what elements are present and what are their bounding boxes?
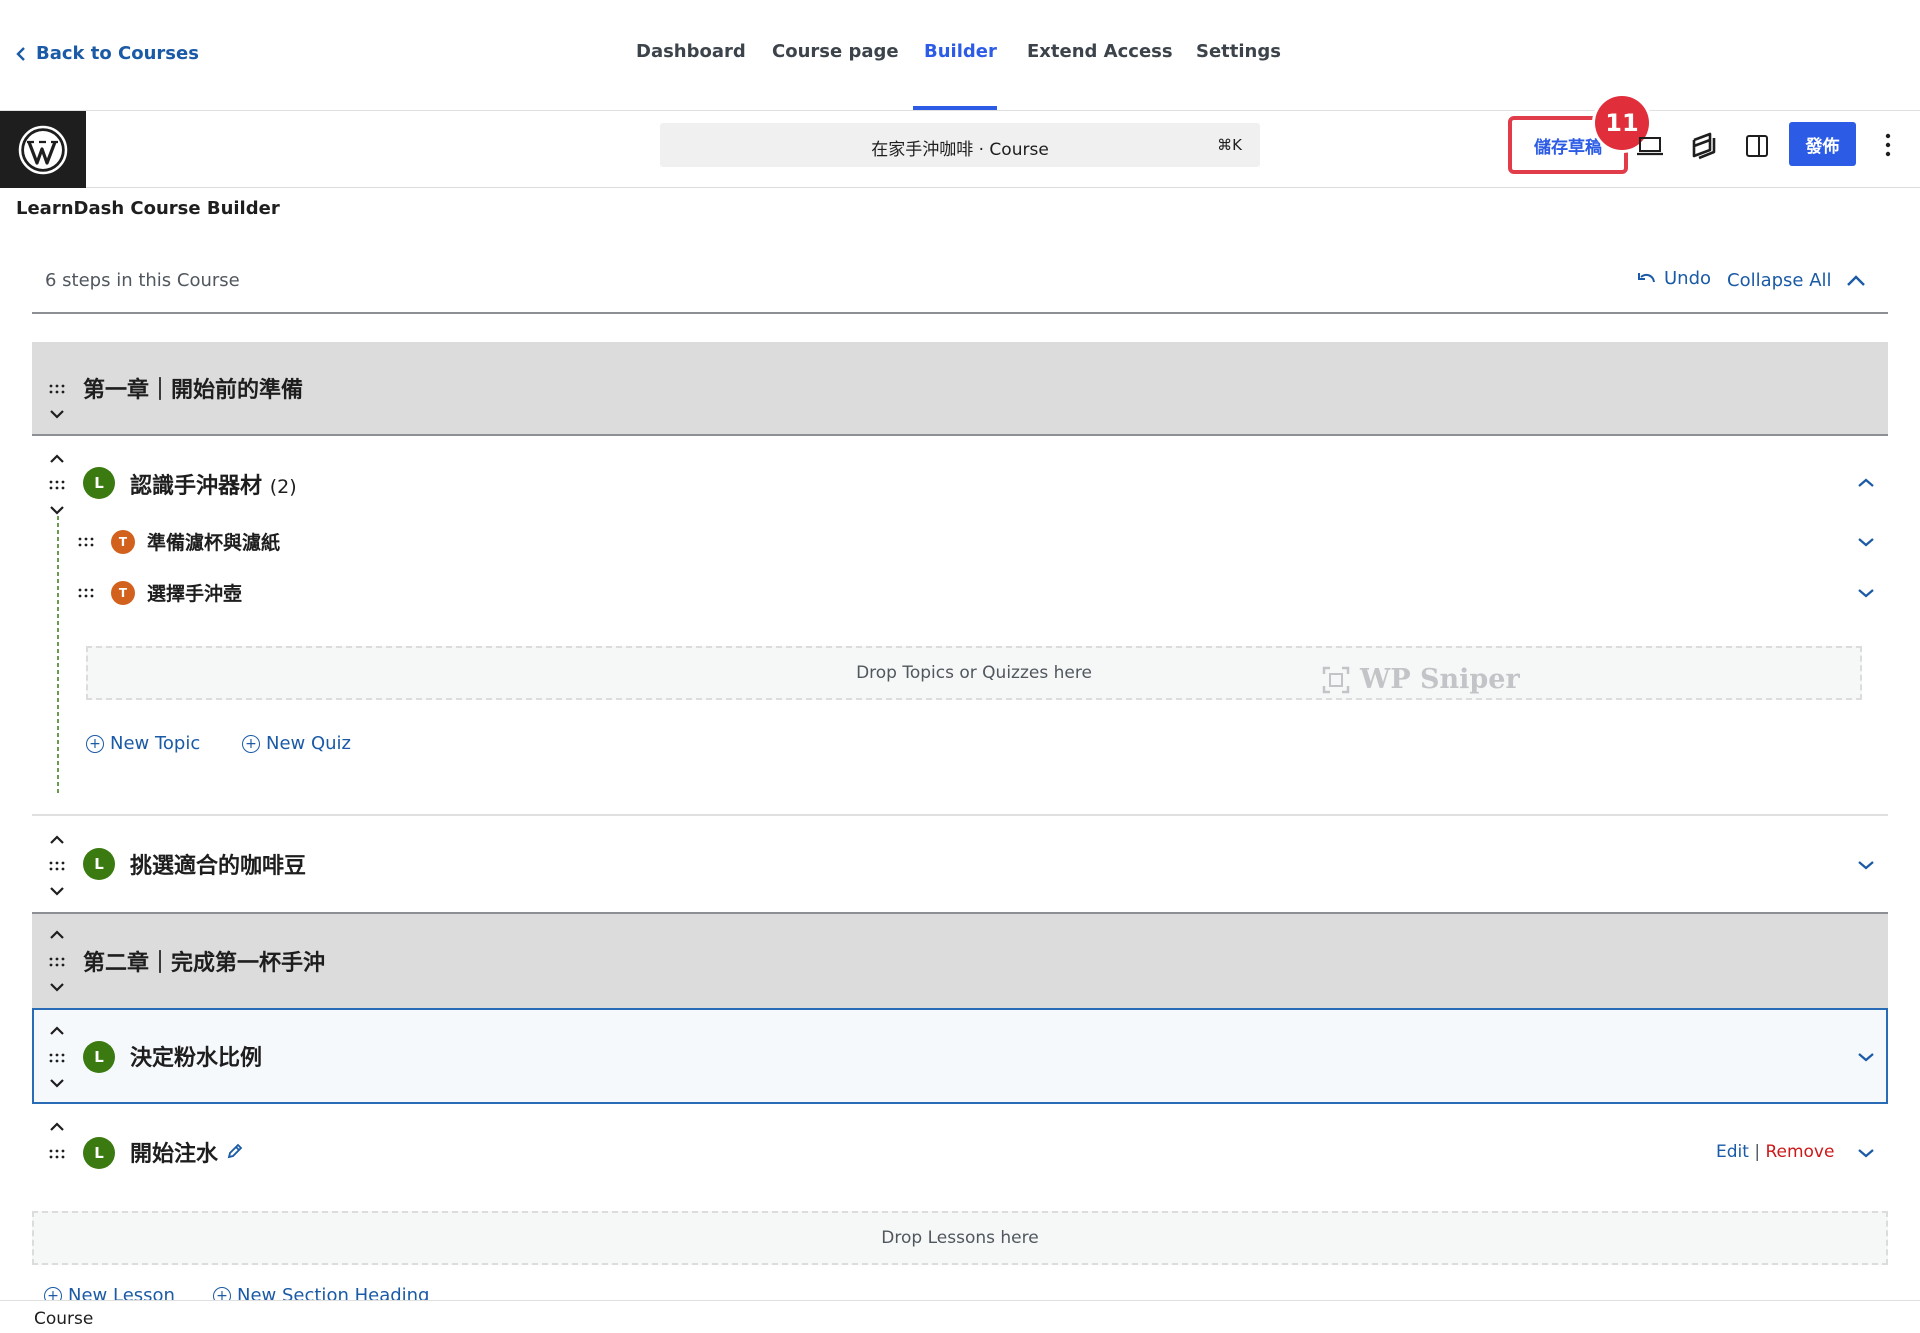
sidebar-icon (1746, 135, 1768, 157)
drag-handle-icon[interactable] (47, 1052, 67, 1064)
lesson-actions: Edit | Remove (1716, 1142, 1834, 1162)
lesson-drop-zone[interactable]: Drop Lessons here (32, 1211, 1888, 1265)
lesson-badge: L (83, 848, 115, 880)
move-down-icon[interactable] (47, 1076, 67, 1090)
move-up-icon[interactable] (47, 452, 67, 466)
watermark: WP Sniper (1322, 664, 1520, 695)
tab-extend-access[interactable]: Extend Access (1027, 41, 1173, 62)
learndash-icon (1692, 132, 1716, 160)
breadcrumb-course[interactable]: Course (34, 1309, 93, 1329)
wordpress-icon (18, 125, 68, 174)
lesson-item[interactable]: L 挑選適合的咖啡豆 (32, 818, 1888, 912)
plus-circle-icon: + (86, 734, 104, 753)
lesson-title: 挑選適合的咖啡豆 (130, 854, 307, 879)
laptop-icon (1637, 137, 1663, 156)
command-palette-button[interactable]: 在家手沖咖啡 · Course ⌘K (660, 123, 1260, 167)
watermark-logo-icon (1322, 666, 1350, 693)
top-navigation: Back to Courses Dashboard Course page Bu… (0, 0, 1920, 111)
builder-title: LearnDash Course Builder (16, 198, 280, 219)
watermark-text: WP Sniper (1360, 664, 1520, 695)
new-quiz-button[interactable]: + New Quiz (242, 733, 351, 754)
builder-toolbar: 6 steps in this Course Undo Collapse All (32, 268, 1888, 314)
wordpress-logo-button[interactable] (0, 111, 86, 188)
action-separator: | (1754, 1142, 1761, 1162)
lesson-title: 決定粉水比例 (130, 1046, 263, 1071)
topic-badge: T (111, 530, 135, 554)
lesson-item[interactable]: L 開始注水 (32, 1106, 1888, 1202)
edit-lesson-link[interactable]: Edit (1716, 1142, 1749, 1162)
move-down-icon[interactable] (47, 980, 67, 994)
lesson-title: 開始注水 (130, 1142, 219, 1167)
topic-count: (2) (269, 476, 297, 498)
new-topic-label: New Topic (110, 733, 201, 754)
new-topic-button[interactable]: + New Topic (86, 733, 200, 754)
drag-handle-icon[interactable] (76, 536, 96, 548)
expand-lesson-icon[interactable] (1854, 1048, 1878, 1066)
steps-count: 6 steps in this Course (45, 270, 240, 291)
tab-bar: Dashboard Course page Builder Extend Acc… (0, 0, 1920, 111)
publish-button[interactable]: 發佈 (1789, 122, 1856, 166)
document-title: 在家手沖咖啡 · Course (871, 140, 1049, 160)
move-up-icon[interactable] (47, 833, 67, 847)
topic-title[interactable]: 準備濾杯與濾紙 (147, 528, 280, 555)
move-up-icon[interactable] (47, 928, 67, 942)
expand-lesson-icon[interactable] (1854, 1144, 1878, 1162)
active-tab-indicator (913, 106, 997, 110)
section-title: 第一章｜開始前的準備 (83, 378, 304, 403)
undo-button[interactable]: Undo (1638, 268, 1711, 289)
lesson-badge: L (83, 467, 115, 499)
expand-lesson-icon[interactable] (1854, 856, 1878, 874)
tab-settings[interactable]: Settings (1196, 41, 1281, 62)
drag-handle-icon[interactable] (76, 587, 96, 599)
command-shortcut: ⌘K (1217, 136, 1242, 154)
chevron-up-icon (1846, 274, 1865, 286)
expand-topic-icon[interactable] (1854, 533, 1878, 551)
expand-topic-icon[interactable] (1854, 584, 1878, 602)
lesson-title: 認識手沖器材 (2) (130, 468, 297, 500)
more-options-button[interactable] (1876, 125, 1900, 165)
vertical-ellipsis-icon (1885, 133, 1891, 157)
lesson-item[interactable]: L 決定粉水比例 (32, 1008, 1888, 1104)
move-up-icon[interactable] (47, 1024, 67, 1038)
undo-label: Undo (1664, 268, 1712, 289)
tree-connector (57, 516, 59, 796)
tab-builder[interactable]: Builder (924, 41, 997, 62)
move-down-icon[interactable] (47, 884, 67, 898)
topic-badge: T (111, 581, 135, 605)
drag-handle-icon[interactable] (47, 860, 67, 872)
plus-circle-icon: + (242, 734, 260, 753)
settings-sidebar-toggle[interactable] (1740, 129, 1774, 163)
lesson-badge: L (83, 1041, 115, 1073)
section-heading[interactable]: 第一章｜開始前的準備 (32, 342, 1888, 436)
preview-button[interactable] (1633, 129, 1667, 163)
new-quiz-label: New Quiz (266, 733, 352, 754)
drag-handle-icon[interactable] (47, 1148, 67, 1160)
tab-course-page[interactable]: Course page (772, 41, 899, 62)
lesson-badge: L (83, 1137, 115, 1169)
collapse-all-button[interactable]: Collapse All (1727, 270, 1866, 291)
move-up-icon[interactable] (47, 1120, 67, 1134)
topic-drop-zone[interactable]: Drop Topics or Quizzes here (86, 646, 1862, 700)
editor-footer: Course (0, 1300, 1920, 1333)
remove-lesson-link[interactable]: Remove (1765, 1142, 1834, 1162)
drag-handle-icon[interactable] (47, 956, 67, 968)
section-heading[interactable]: 第二章｜完成第一杯手沖 (32, 912, 1888, 1008)
drag-handle-icon[interactable] (47, 383, 67, 395)
move-down-icon[interactable] (47, 503, 67, 517)
lesson-title-text: 認識手沖器材 (130, 474, 263, 499)
tab-dashboard[interactable]: Dashboard (636, 41, 746, 62)
topic-title[interactable]: 選擇手沖壺 (147, 579, 242, 606)
lesson-item[interactable]: L 認識手沖器材 (2) T 準備濾杯與濾紙 T 選擇手沖壺 Drop Topi… (32, 436, 1888, 816)
drag-handle-icon[interactable] (47, 479, 67, 491)
editor-header: 在家手沖咖啡 · Course ⌘K 儲存草稿 11 發佈 (0, 96, 1920, 188)
collapse-lesson-icon[interactable] (1854, 474, 1878, 492)
move-down-icon[interactable] (47, 407, 67, 421)
learndash-button[interactable] (1687, 129, 1721, 163)
collapse-all-label: Collapse All (1727, 270, 1832, 291)
pencil-icon[interactable] (226, 1142, 244, 1160)
section-title: 第二章｜完成第一杯手沖 (83, 951, 326, 976)
undo-icon (1638, 272, 1655, 282)
